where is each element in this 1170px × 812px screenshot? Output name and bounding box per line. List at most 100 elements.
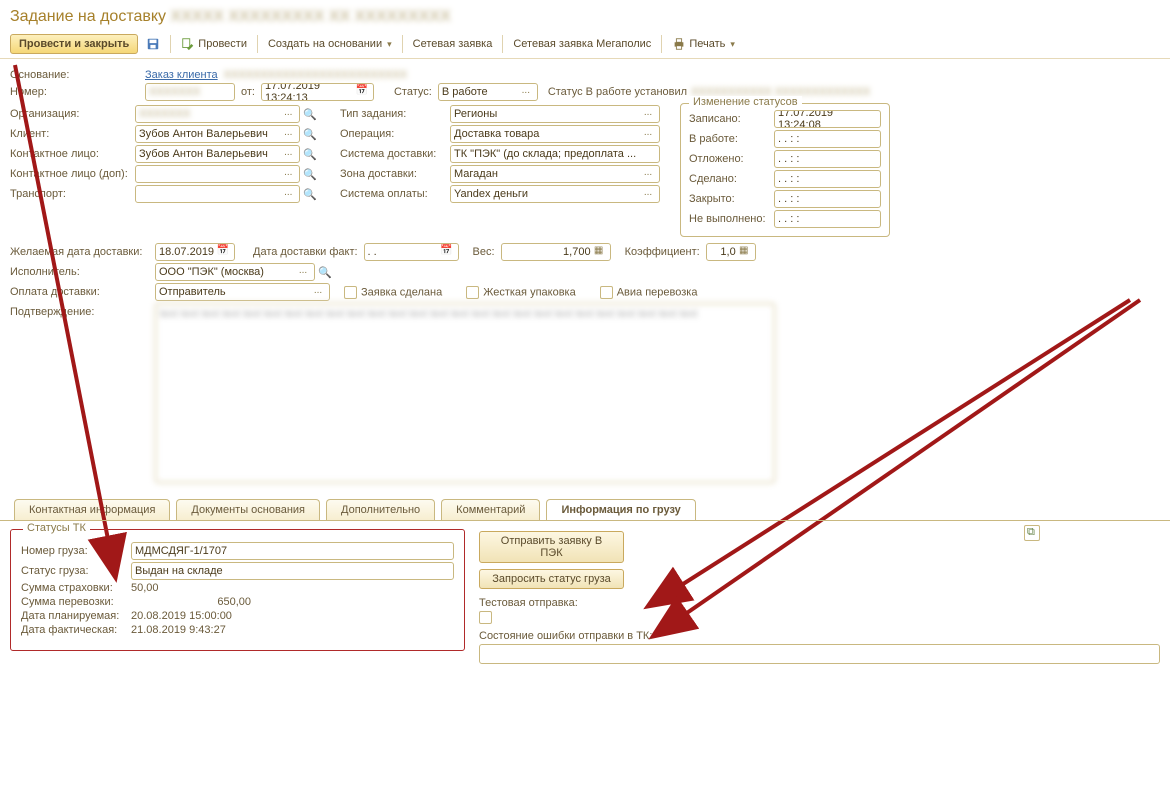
label-desired-date: Желаемая дата доставки:: [10, 246, 155, 258]
label-osnovanie: Основание:: [10, 69, 145, 81]
delivery-system-input[interactable]: ТК "ПЭК" (до склада; предоплата ...: [450, 145, 660, 163]
ellipsis-icon[interactable]: ...: [280, 146, 296, 162]
closed-input[interactable]: . . : :: [774, 190, 881, 208]
ellipsis-icon[interactable]: ...: [640, 126, 656, 142]
insurance-value: 50,00: [131, 582, 159, 594]
tk-status-box: Статусы ТК Номер груза:МДМСДЯГ-1/1707 Ст…: [10, 529, 465, 651]
label-not-done: Не выполнено:: [689, 213, 774, 225]
ellipsis-icon[interactable]: ...: [310, 284, 326, 300]
label-payment-system: Система оплаты:: [340, 188, 450, 200]
nomer-input[interactable]: XXXXXXX: [145, 83, 235, 101]
fact-date-input[interactable]: . .📅: [364, 243, 459, 261]
ellipsis-icon[interactable]: ...: [295, 264, 311, 280]
tab-panel-cargo: Статусы ТК Номер груза:МДМСДЯГ-1/1707 Ст…: [0, 520, 1170, 674]
payment-system-input[interactable]: Yandex деньги...: [450, 185, 660, 203]
tab-cargo-info[interactable]: Информация по грузу: [546, 499, 695, 520]
calendar-icon[interactable]: 📅: [354, 84, 370, 100]
network-request-button[interactable]: Сетевая заявка: [407, 35, 499, 53]
network-request-megapolis-button[interactable]: Сетевая заявка Мегаполис: [507, 35, 657, 53]
label-type-task: Тип задания:: [340, 108, 450, 120]
executor-input[interactable]: ООО "ПЭК" (москва)...: [155, 263, 315, 281]
magnifier-icon[interactable]: 🔍: [300, 148, 320, 161]
in-work-input[interactable]: . . : :: [774, 130, 881, 148]
not-done-input[interactable]: . . : :: [774, 210, 881, 228]
ellipsis-icon[interactable]: ...: [280, 126, 296, 142]
done-input[interactable]: . . : :: [774, 170, 881, 188]
type-task-input[interactable]: Регионы...: [450, 105, 660, 123]
label-delivery-system: Система доставки:: [340, 148, 450, 160]
ellipsis-icon[interactable]: ...: [280, 186, 296, 202]
magnifier-icon[interactable]: 🔍: [300, 168, 320, 181]
ellipsis-icon[interactable]: ...: [640, 166, 656, 182]
recorded-input[interactable]: 17.07.2019 13:24:08: [774, 110, 881, 128]
request-done-checkbox[interactable]: [344, 286, 357, 299]
magnifier-icon[interactable]: 🔍: [315, 266, 335, 279]
calendar-icon[interactable]: 📅: [215, 244, 231, 260]
magnifier-icon[interactable]: 🔍: [300, 188, 320, 201]
label-hard-pack: Жесткая упаковка: [483, 286, 576, 298]
hard-pack-checkbox[interactable]: [466, 286, 479, 299]
test-send-checkbox[interactable]: [479, 611, 492, 624]
magnifier-icon[interactable]: 🔍: [300, 128, 320, 141]
floppy-icon: [146, 37, 160, 51]
label-recorded: Записано:: [689, 113, 774, 125]
label-ot: от:: [241, 86, 255, 98]
link-icon[interactable]: [1024, 525, 1040, 541]
koef-input[interactable]: 1,0▦: [706, 243, 756, 261]
tab-comment[interactable]: Комментарий: [441, 499, 540, 520]
label-plan-date: Дата планируемая:: [21, 610, 131, 622]
ellipsis-icon[interactable]: ...: [280, 166, 296, 182]
fact-date-value: 21.08.2019 9:43:27: [131, 624, 226, 636]
calc-icon[interactable]: ▦: [736, 244, 752, 260]
cargo-status-input[interactable]: Выдан на складе: [131, 562, 454, 580]
print-button[interactable]: Печать: [666, 34, 741, 54]
ellipsis-icon[interactable]: ...: [640, 186, 656, 202]
order-link[interactable]: Заказ клиента: [145, 69, 218, 81]
organization-input[interactable]: XXXXXXX...: [135, 105, 300, 123]
provesti-button[interactable]: Провести: [175, 34, 253, 54]
toolbar: Провести и закрыть Провести Создать на о…: [0, 30, 1170, 59]
calendar-icon[interactable]: 📅: [439, 244, 455, 260]
delivery-payment-input[interactable]: Отправитель...: [155, 283, 330, 301]
printer-icon: [672, 37, 686, 51]
desired-date-input[interactable]: 18.07.2019📅: [155, 243, 235, 261]
save-button[interactable]: [140, 34, 166, 54]
ellipsis-icon[interactable]: ...: [640, 106, 656, 122]
date-input[interactable]: 17.07.2019 13:24:13📅: [261, 83, 374, 101]
post-and-close-button[interactable]: Провести и закрыть: [10, 34, 138, 54]
contact-dop-input[interactable]: ...: [135, 165, 300, 183]
cargo-number-input[interactable]: МДМСДЯГ-1/1707: [131, 542, 454, 560]
error-state-input[interactable]: [479, 644, 1160, 664]
label-fact-date2: Дата фактическая:: [21, 624, 131, 636]
postponed-input[interactable]: . . : :: [774, 150, 881, 168]
magnifier-icon[interactable]: 🔍: [300, 108, 320, 121]
tab-additional[interactable]: Дополнительно: [326, 499, 435, 520]
send-request-pek-button[interactable]: Отправить заявку В ПЭК: [479, 531, 624, 563]
confirmation-textarea[interactable]: text text text text text text text text …: [155, 303, 775, 483]
weight-input[interactable]: 1,700▦: [501, 243, 611, 261]
label-delivery-zone: Зона доставки:: [340, 168, 450, 180]
label-transport: Транспорт:: [10, 188, 135, 200]
post-icon: [181, 37, 195, 51]
label-status: Статус:: [394, 86, 432, 98]
tab-documents[interactable]: Документы основания: [176, 499, 320, 520]
delivery-zone-input[interactable]: Магадан...: [450, 165, 660, 183]
request-cargo-status-button[interactable]: Запросить статус груза: [479, 569, 624, 589]
tab-contact-info[interactable]: Контактная информация: [14, 499, 170, 520]
ellipsis-icon[interactable]: ...: [280, 106, 296, 122]
transport-input[interactable]: ...: [135, 185, 300, 203]
status-input[interactable]: В работе...: [438, 83, 538, 101]
contact-input[interactable]: Зубов Антон Валерьевич...: [135, 145, 300, 163]
calc-icon[interactable]: ▦: [591, 244, 607, 260]
operation-input[interactable]: Доставка товара...: [450, 125, 660, 143]
client-input[interactable]: Зубов Антон Валерьевич...: [135, 125, 300, 143]
label-closed: Закрыто:: [689, 193, 774, 205]
label-nomer: Номер:: [10, 86, 145, 98]
avia-checkbox[interactable]: [600, 286, 613, 299]
label-status-set-by: Статус В работе установил: [548, 86, 687, 98]
ellipsis-icon[interactable]: ...: [518, 84, 534, 100]
label-contact-dop: Контактное лицо (доп):: [10, 168, 135, 180]
create-based-button[interactable]: Создать на основании: [262, 35, 398, 53]
label-request-done: Заявка сделана: [361, 286, 442, 298]
window-title: Задание на доставку XXXXX XXXXXXXXX XX X…: [0, 0, 1170, 30]
